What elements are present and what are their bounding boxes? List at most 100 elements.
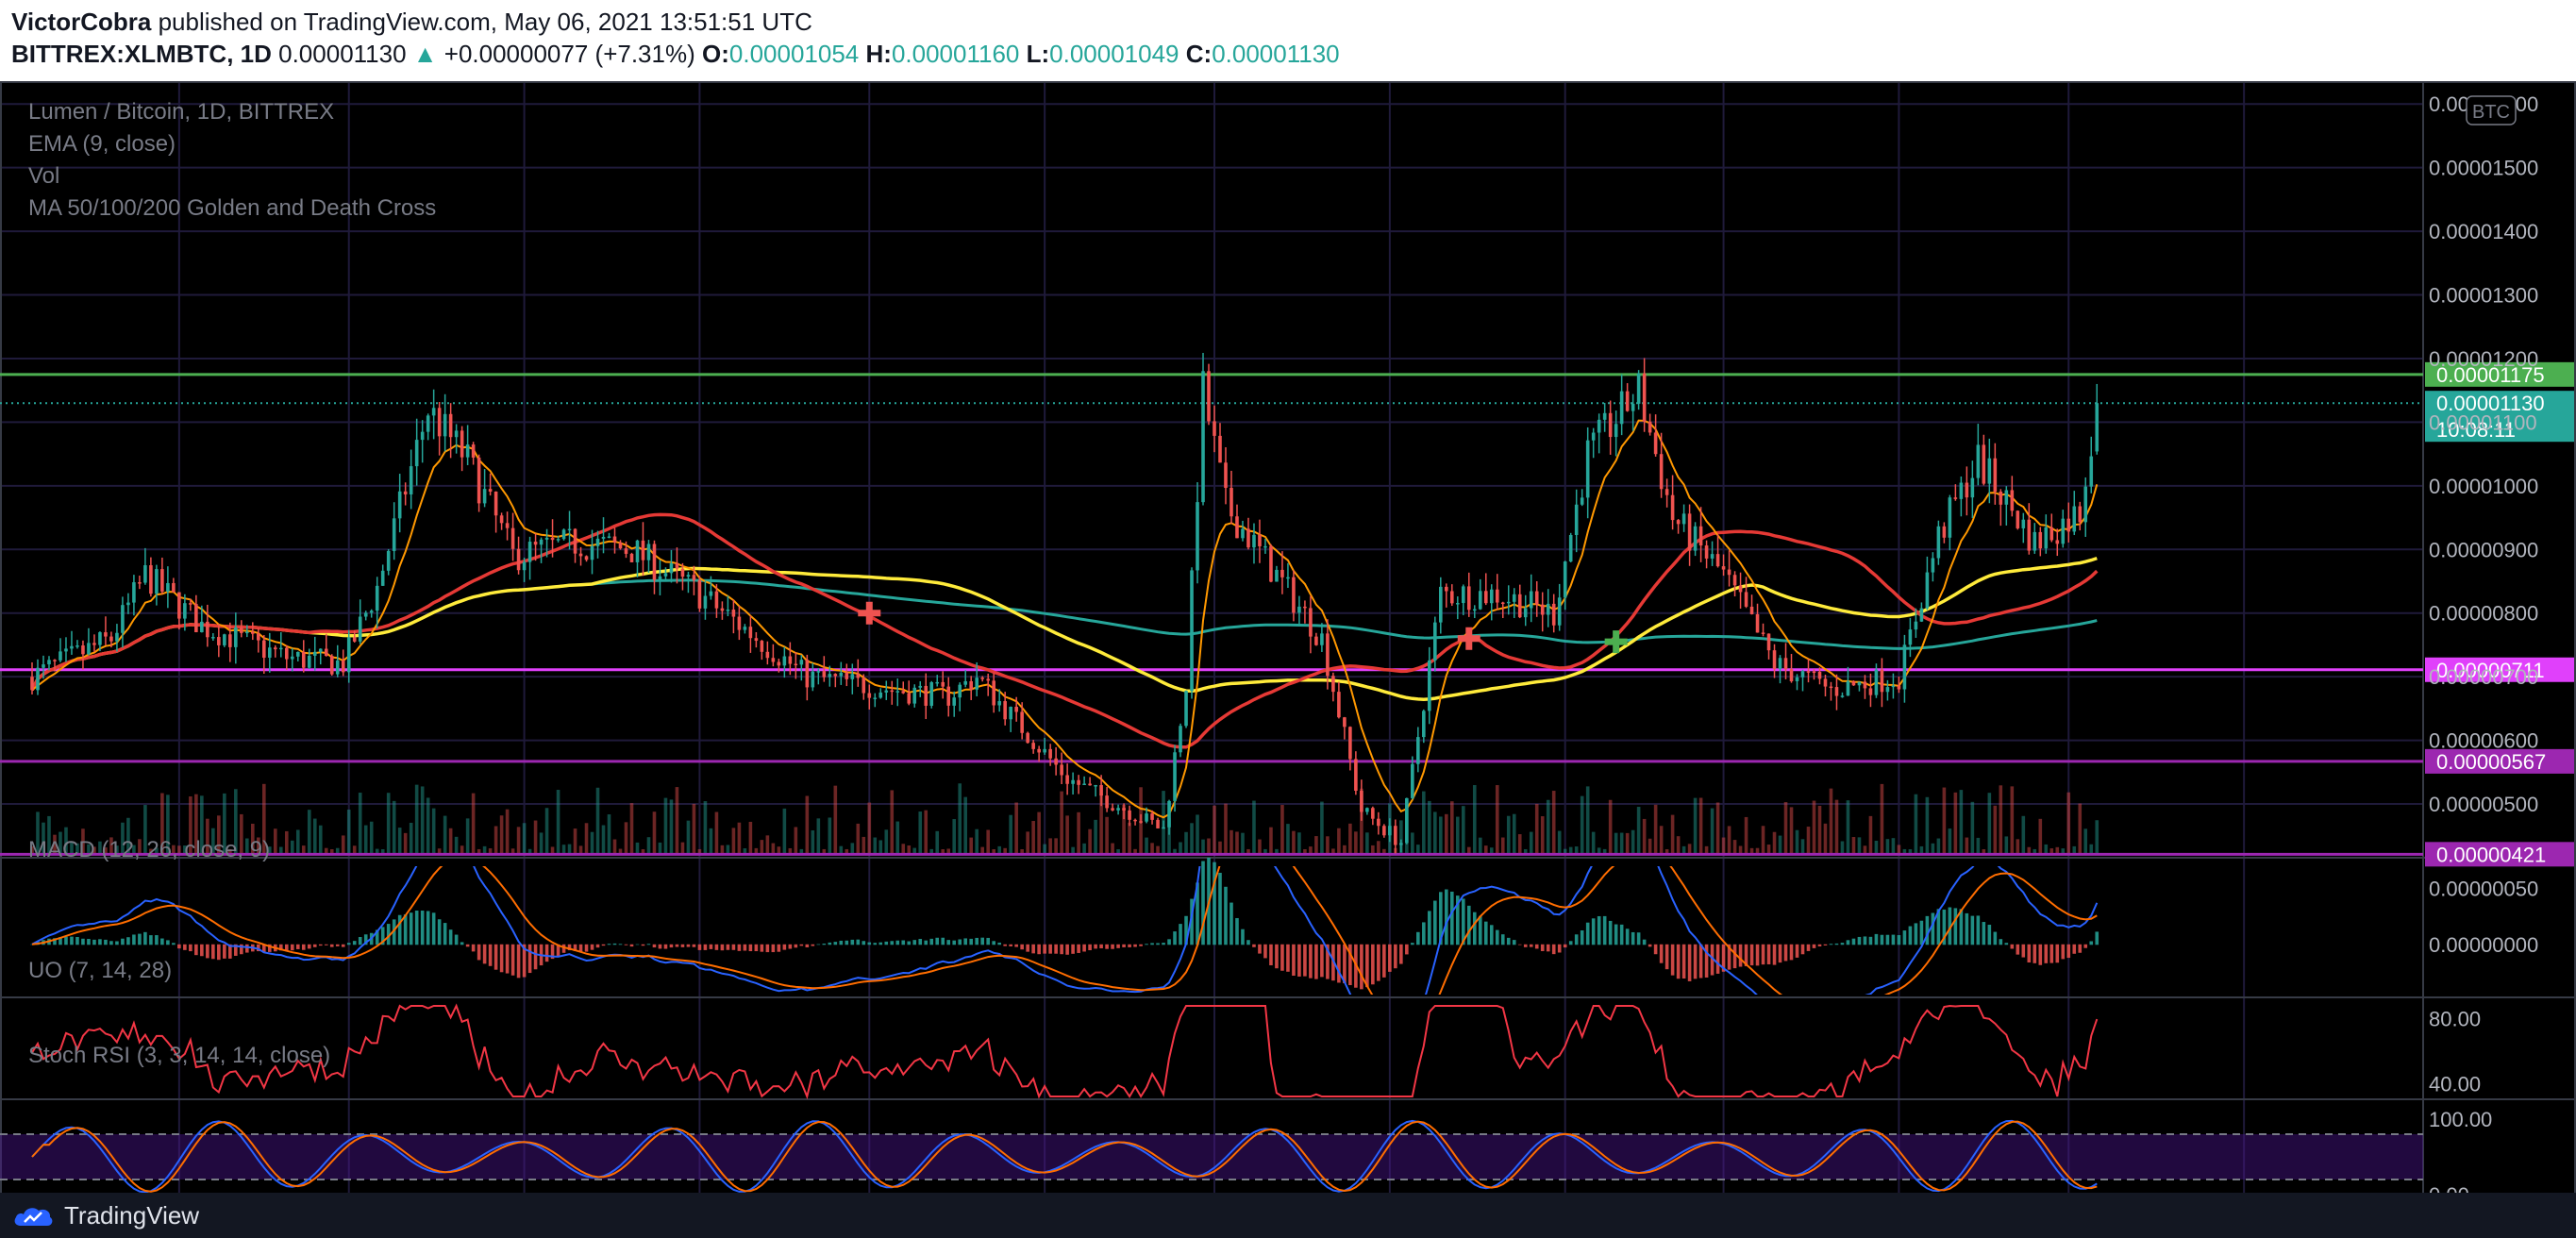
volume-bar <box>465 818 470 855</box>
candle-body <box>556 539 560 541</box>
macd-histogram-bar <box>1846 940 1850 945</box>
candle-body <box>946 686 951 706</box>
macd-histogram-bar <box>1914 923 1918 945</box>
candle-body <box>1580 497 1584 505</box>
macd-histogram-bar <box>1377 944 1380 981</box>
candle-body <box>1111 808 1114 811</box>
candle-body <box>1348 727 1352 760</box>
macd-histogram-bar <box>1840 943 1845 945</box>
candle-body <box>1738 585 1743 593</box>
legend-macd[interactable]: MACD (12, 26, close, 9) <box>28 837 270 862</box>
legend-ma[interactable]: MA 50/100/200 Golden and Death Cross <box>28 195 436 221</box>
last-price: 0.00001130 <box>278 40 407 68</box>
price-axis[interactable]: 0.000016000.000015000.000014000.00001300… <box>2429 92 2538 1207</box>
volume-bar <box>1693 797 1698 855</box>
candle-body <box>1405 797 1409 844</box>
macd-histogram-bar <box>1512 940 1516 945</box>
macd-histogram-bar <box>2027 944 2032 962</box>
high-label: H: <box>865 40 892 68</box>
candle-body <box>172 582 176 593</box>
macd-histogram-bar <box>1286 944 1290 972</box>
legend-ema[interactable]: EMA (9, close) <box>28 131 176 157</box>
volume-bar <box>1411 832 1414 855</box>
stoch-rsi-pane <box>0 1119 2423 1194</box>
volume-bar <box>1337 828 1341 855</box>
macd-histogram-bar <box>211 944 215 960</box>
volume-bar <box>392 800 396 855</box>
volume-bar <box>544 808 549 855</box>
candle-body <box>1433 622 1437 661</box>
macd-histogram-bar <box>1269 944 1273 965</box>
candle-body <box>1071 779 1075 784</box>
macd-histogram-bar <box>1489 925 1494 945</box>
volume-bar <box>1031 821 1035 855</box>
stoch-axis-label: 0.00 <box>2429 1183 2469 1193</box>
macd-histogram-bar <box>1761 944 1765 965</box>
macd-histogram-bar <box>1783 944 1788 962</box>
candle-body <box>1280 569 1284 577</box>
volume-bar <box>811 829 815 855</box>
candle-body <box>2055 540 2060 544</box>
legend-uo[interactable]: UO (7, 14, 28) <box>28 958 172 983</box>
candle-body <box>160 569 164 592</box>
author-name[interactable]: VictorCobra <box>11 8 151 36</box>
macd-histogram-bar <box>488 944 493 966</box>
currency-badge[interactable]: BTC <box>2466 95 2517 125</box>
chart-area[interactable]: 0.00001175 0.00000711 0.00000567 0.00000421… <box>0 81 2576 1233</box>
macd-histogram-bar <box>1472 912 1477 945</box>
volume-bar <box>1269 827 1273 855</box>
volume-bar <box>584 823 589 855</box>
macd-histogram-bar <box>1806 944 1811 951</box>
candle-body <box>1783 658 1788 670</box>
legend-title[interactable]: Lumen / Bitcoin, 1D, BITTREX <box>28 99 334 125</box>
volume-bar <box>1880 783 1884 855</box>
candle-body <box>929 682 934 706</box>
macd-histogram-bar <box>1466 905 1471 945</box>
volume-bar <box>2016 839 2020 855</box>
volume-bar <box>493 826 498 855</box>
macd-histogram-bar <box>245 944 249 953</box>
candle-body <box>1597 419 1601 433</box>
moving-averages <box>30 419 2099 819</box>
chart-svg[interactable]: 0.000011750.000007110.000005670.00000421… <box>0 81 2576 1233</box>
chart-border <box>0 81 2576 1206</box>
macd-histogram-bar <box>1602 915 1607 945</box>
candle-body <box>1411 763 1414 798</box>
volume-bar <box>652 811 657 855</box>
macd-histogram-bar <box>81 938 85 945</box>
tradingview-logo[interactable]: TradingView <box>13 1200 199 1230</box>
legend-vol[interactable]: Vol <box>28 163 59 189</box>
candle-body <box>397 491 402 519</box>
candle-body <box>1681 513 1686 525</box>
macd-histogram-bar <box>1585 922 1590 945</box>
macd-histogram-bar <box>1399 944 1403 964</box>
legend-stoch[interactable]: Stoch RSI (3, 3, 14, 14, close) <box>28 1043 330 1068</box>
candle-body <box>1116 808 1120 811</box>
macd-pane <box>30 857 2099 995</box>
candle-body <box>1150 813 1154 820</box>
volume-bar <box>590 831 594 855</box>
volume-bar <box>539 832 544 855</box>
candle-body <box>890 690 895 693</box>
volume-bar <box>1065 815 1069 855</box>
candle-body <box>1931 558 1935 573</box>
candle-body <box>200 621 204 632</box>
candle-body <box>1461 586 1465 604</box>
candle-body <box>601 537 606 539</box>
candle-body <box>1885 687 1890 693</box>
volume-bar <box>403 832 408 855</box>
candle-body <box>363 612 368 617</box>
candle-body <box>1377 818 1380 827</box>
macd-histogram-bar <box>397 914 402 945</box>
volume-bar <box>1037 811 1041 855</box>
macd-histogram-bar <box>1275 944 1279 969</box>
volume-bar <box>1823 823 1828 855</box>
volume-bar <box>1128 822 1131 855</box>
volume-bar <box>420 786 425 855</box>
candle-body <box>618 542 623 549</box>
candle-body <box>624 548 628 554</box>
macd-histogram-bar <box>1863 936 1867 945</box>
volume-bar <box>1591 831 1596 855</box>
macd-histogram-bar <box>527 944 532 974</box>
candle-body <box>1371 808 1375 819</box>
